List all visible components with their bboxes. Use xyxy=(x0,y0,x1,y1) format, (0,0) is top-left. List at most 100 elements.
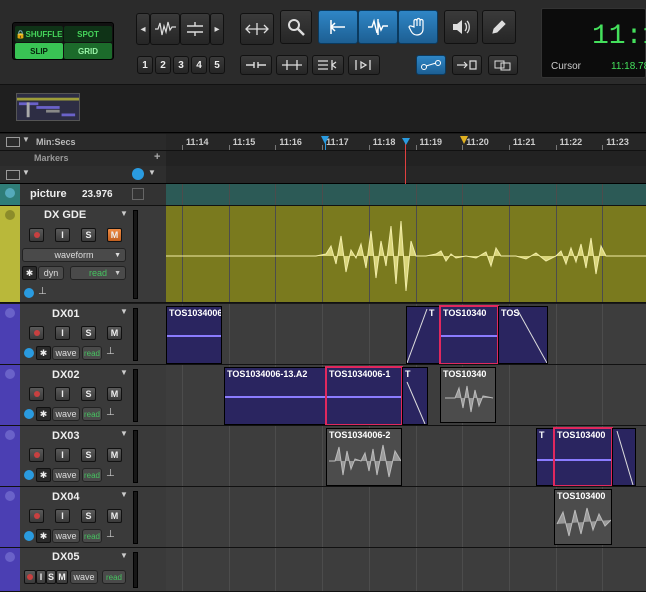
audio-clip[interactable]: TOS1034006-13.A2 xyxy=(224,367,326,425)
audio-clip-selected[interactable]: TOS103400 xyxy=(553,427,613,486)
track-options-dropdown-icon[interactable]: ▼ xyxy=(120,551,128,560)
mute-button[interactable]: M xyxy=(107,326,122,340)
playhead-marker-icon[interactable] xyxy=(402,138,410,145)
audio-clip-selected[interactable]: TOS10340 xyxy=(439,305,499,364)
track-dx05-header[interactable]: DX05 ▼ I S M wave read xyxy=(0,548,166,592)
zoom-in-arrow-icon[interactable]: ▸ xyxy=(210,13,224,45)
automation-mode-selector[interactable]: read xyxy=(102,570,126,584)
track-dxgde-header[interactable]: DX GDE ▼ I S M waveform ▼ ✱ dyn read ▼ ⊥ xyxy=(0,206,166,303)
grid-mode-button[interactable]: GRID xyxy=(64,43,112,59)
track-view-selector[interactable]: waveform ▼ xyxy=(22,248,126,262)
audio-clip[interactable]: T xyxy=(402,367,428,425)
tab-to-transient-icon[interactable] xyxy=(452,55,482,75)
zoom-out-arrow-icon[interactable]: ◂ xyxy=(136,13,150,45)
spot-mode-button[interactable]: SPOT xyxy=(64,26,112,42)
audio-clip[interactable]: TOS10340 xyxy=(440,367,496,423)
grabber-tool-icon[interactable] xyxy=(398,10,438,44)
cursor-sync-icon[interactable] xyxy=(132,168,144,180)
mute-button[interactable]: M xyxy=(107,509,122,523)
automation-mode-selector[interactable]: read xyxy=(82,529,102,543)
mirror-midi-icon[interactable] xyxy=(348,55,380,75)
link-track-edit-icon[interactable] xyxy=(276,55,308,75)
pan-icon[interactable]: ⊥ xyxy=(38,286,47,297)
zoomer-tool-icon[interactable] xyxy=(280,10,312,44)
selection-end-marker-icon[interactable] xyxy=(460,136,468,144)
sample-based-icon[interactable]: ✱ xyxy=(36,529,51,543)
automation-mode-selector[interactable]: read xyxy=(82,407,102,421)
record-enable-button[interactable] xyxy=(24,570,36,584)
track-dxgde-lane[interactable] xyxy=(166,206,646,303)
tracks-menu-icon[interactable] xyxy=(6,170,20,180)
audio-clip[interactable]: T xyxy=(536,428,554,486)
universe-overview[interactable] xyxy=(0,85,646,133)
track-dx04-header[interactable]: DX04 ▼ I S M ✱ wave read ⊥ xyxy=(0,487,166,548)
pan-icon[interactable]: ⊥ xyxy=(106,346,115,357)
solo-button[interactable]: S xyxy=(81,228,96,242)
sample-based-icon[interactable]: ✱ xyxy=(36,346,51,360)
overview-thumbnail[interactable] xyxy=(16,93,80,121)
audio-clip[interactable]: TOS xyxy=(498,306,548,364)
track-timebase-icon[interactable] xyxy=(24,348,34,358)
track-options-dropdown-icon[interactable]: ▼ xyxy=(120,307,128,316)
track-select-icon[interactable] xyxy=(5,369,15,379)
track-dx03-lane[interactable]: TOS1034006-2 T TOS103400 xyxy=(166,426,646,487)
track-name[interactable]: picture xyxy=(30,188,67,200)
track-timebase-icon[interactable] xyxy=(24,288,34,298)
track-view-selector[interactable]: wave xyxy=(52,468,80,482)
audio-clip-selected[interactable]: TOS1034006-1 xyxy=(325,366,403,425)
video-online-icon[interactable] xyxy=(132,188,144,200)
scrubber-tool-icon[interactable] xyxy=(444,10,478,44)
link-timeline-edit-icon[interactable] xyxy=(240,55,272,75)
track-select-icon[interactable] xyxy=(5,210,15,220)
track-select-icon[interactable] xyxy=(5,491,15,501)
track-dx02-lane[interactable]: TOS1034006-13.A2 TOS1034006-1 T TOS10340 xyxy=(166,365,646,426)
input-monitor-button[interactable]: I xyxy=(55,326,70,340)
track-dx04-lane[interactable]: TOS103400 xyxy=(166,487,646,548)
track-timebase-icon[interactable] xyxy=(24,409,34,419)
track-dx03-header[interactable]: DX03 ▼ I S M ✱ wave read ⊥ xyxy=(0,426,166,487)
audio-clip[interactable]: T xyxy=(406,306,440,364)
tracks-options-dropdown-icon[interactable]: ▼ xyxy=(148,168,156,177)
add-marker-icon[interactable]: + xyxy=(154,151,160,163)
pencil-tool-icon[interactable] xyxy=(482,10,516,44)
main-counter[interactable]: 11:17 Cursor 11:18.78 xyxy=(541,8,646,78)
track-dx05-lane[interactable] xyxy=(166,548,646,592)
mute-button[interactable]: M xyxy=(107,228,122,242)
solo-button[interactable]: S xyxy=(46,570,56,584)
track-select-icon[interactable] xyxy=(5,552,15,562)
automation-follows-edit-icon[interactable] xyxy=(416,55,446,75)
grid-preset-4-button[interactable]: 4 xyxy=(191,56,207,74)
mute-button[interactable]: M xyxy=(107,387,122,401)
insertion-follows-icon[interactable] xyxy=(312,55,344,75)
record-enable-button[interactable] xyxy=(29,326,44,340)
ruler-dropdown-icon[interactable]: ▼ xyxy=(22,135,30,144)
track-name[interactable]: DX02 xyxy=(52,369,80,381)
audio-zoom-icon[interactable] xyxy=(150,13,180,45)
ruler-menu-icon[interactable] xyxy=(6,137,20,147)
track-height-zoom-icon[interactable] xyxy=(180,13,210,45)
tracks-dropdown-icon[interactable]: ▼ xyxy=(22,168,30,177)
slip-mode-button[interactable]: SLIP xyxy=(15,43,63,59)
track-dx02-header[interactable]: DX02 ▼ I S M ✱ wave read ⊥ xyxy=(0,365,166,426)
pan-icon[interactable]: ⊥ xyxy=(106,407,115,418)
track-select-icon[interactable] xyxy=(5,430,15,440)
track-view-selector[interactable]: wave xyxy=(52,529,80,543)
track-options-dropdown-icon[interactable]: ▼ xyxy=(120,368,128,377)
input-monitor-button[interactable]: I xyxy=(55,228,70,242)
track-picture-header[interactable]: picture 23.976 xyxy=(0,184,166,206)
audio-clip[interactable]: TOS1034006-2 xyxy=(326,428,402,486)
track-view-selector[interactable]: wave xyxy=(52,346,80,360)
selector-tool-icon[interactable] xyxy=(358,10,398,44)
track-name[interactable]: DX03 xyxy=(52,430,80,442)
record-enable-button[interactable] xyxy=(29,228,44,242)
track-view-selector[interactable]: wave xyxy=(70,570,98,584)
track-view-selector[interactable]: wave xyxy=(52,407,80,421)
audio-clip[interactable]: TOS1034006- xyxy=(166,306,222,364)
dyn-selector[interactable]: dyn xyxy=(38,266,64,280)
automation-mode-selector[interactable]: read xyxy=(82,346,102,360)
grid-preset-5-button[interactable]: 5 xyxy=(209,56,225,74)
mute-button[interactable]: M xyxy=(56,570,68,584)
automation-mode-selector[interactable]: read ▼ xyxy=(70,266,126,280)
track-picture-lane[interactable] xyxy=(166,184,646,206)
sample-based-icon[interactable]: ✱ xyxy=(22,266,37,280)
